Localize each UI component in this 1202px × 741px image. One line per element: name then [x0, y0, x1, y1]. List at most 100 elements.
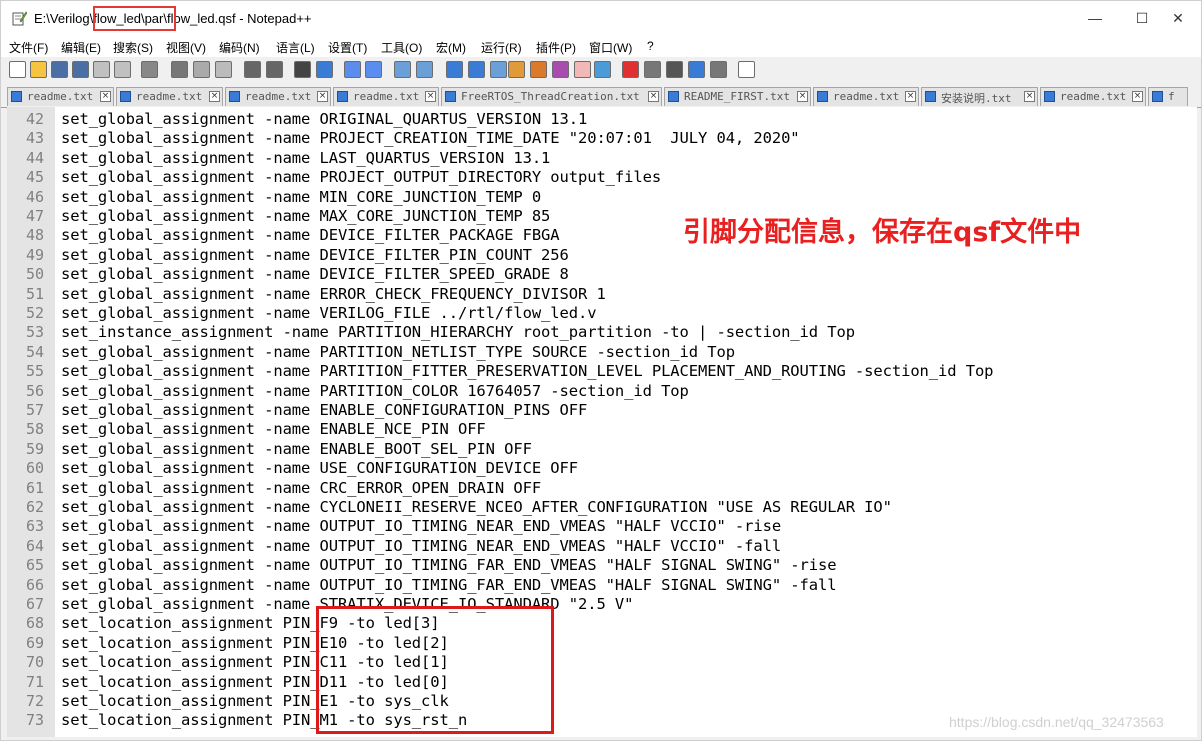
line-number: 55 — [25, 362, 44, 381]
menu-edit[interactable]: 编辑(E) — [61, 39, 101, 56]
tab-close-icon[interactable]: × — [1132, 91, 1143, 102]
line-number: 59 — [25, 439, 44, 458]
sync-h-icon[interactable] — [416, 61, 433, 78]
line-number: 42 — [25, 110, 44, 128]
code-line: 58 set_global_assignment -name ENABLE_NCE… — [7, 420, 1197, 439]
udl-icon[interactable] — [508, 61, 525, 78]
code-text: set_global_assignment -name ENABLE_CONFI… — [61, 401, 588, 419]
line-number: 50 — [25, 265, 44, 284]
line-number: 66 — [25, 575, 44, 594]
menu-language[interactable]: 语言(L) — [276, 39, 315, 56]
code-text: set_global_assignment -name USE_CONFIGUR… — [61, 459, 578, 478]
record-macro-icon[interactable] — [622, 61, 639, 78]
tab-3[interactable]: readme.txt × — [225, 87, 331, 106]
code-text: set_global_assignment -name ENABLE_NCE_P… — [61, 420, 486, 439]
tab-close-icon[interactable]: × — [648, 91, 659, 102]
doc-map-icon[interactable] — [530, 61, 547, 78]
watermark: https://blog.csdn.net/qq_32473563 — [949, 714, 1164, 730]
line-number: 47 — [25, 207, 44, 225]
line-number: 71 — [25, 672, 44, 691]
line-number: 60 — [25, 459, 44, 478]
redo-icon[interactable] — [266, 61, 283, 78]
tab-close-icon[interactable]: × — [797, 91, 808, 102]
zoom-in-icon[interactable] — [344, 61, 361, 78]
close-icon[interactable] — [93, 61, 110, 78]
menu-plugins[interactable]: 插件(P) — [536, 39, 576, 56]
tab-8[interactable]: 安装说明.txt × — [921, 87, 1038, 106]
tab-7[interactable]: readme.txt × — [813, 87, 919, 106]
cut-icon[interactable] — [171, 61, 188, 78]
tab-label: readme.txt — [833, 90, 900, 103]
code-text: set_global_assignment -name PARTITION_NE… — [61, 342, 735, 361]
tab-close-icon[interactable]: × — [905, 91, 916, 102]
minimize-button[interactable]: — — [1072, 1, 1118, 35]
menu-help[interactable]: ? — [647, 39, 654, 53]
all-chars-icon[interactable] — [468, 61, 485, 78]
menu-encoding[interactable]: 编码(N) — [219, 39, 260, 56]
annotation-label: 引脚分配信息，保存在qsf文件中 — [683, 217, 1082, 248]
code-text: set_global_assignment -name LAST_QUARTUS… — [61, 148, 551, 167]
play-macro-icon[interactable] — [666, 61, 683, 78]
save-all-icon[interactable] — [72, 61, 89, 78]
tab-1[interactable]: readme.txt × — [7, 87, 114, 106]
code-line: 61 set_global_assignment -name CRC_ERROR_… — [7, 479, 1197, 498]
menu-macro[interactable]: 宏(M) — [436, 39, 466, 56]
menu-tools[interactable]: 工具(O) — [381, 39, 422, 56]
menu-run[interactable]: 运行(R) — [481, 39, 522, 56]
undo-icon[interactable] — [244, 61, 261, 78]
menu-search[interactable]: 搜索(S) — [113, 39, 153, 56]
tab-close-icon[interactable]: × — [209, 91, 220, 102]
open-file-icon[interactable] — [30, 61, 47, 78]
menu-bar: 文件(F) 编辑(E) 搜索(S) 视图(V) 编码(N) 语言(L) 设置(T… — [1, 35, 1201, 57]
monitor-icon[interactable] — [594, 61, 611, 78]
editor-area[interactable]: 42 set_global_assignment -name ORIGINAL_Q… — [7, 107, 1197, 737]
code-line: 72 set_location_assignment PIN_E1 -to sys… — [7, 692, 1197, 711]
tab-label: readme.txt — [27, 90, 94, 103]
tab-9[interactable]: readme.txt × — [1040, 87, 1146, 106]
toolbar — [1, 57, 1201, 83]
tab-10[interactable]: f — [1148, 87, 1188, 106]
tab-close-icon[interactable]: × — [1024, 91, 1035, 102]
replace-icon[interactable] — [316, 61, 333, 78]
line-number: 64 — [25, 536, 44, 555]
run-macro-icon[interactable] — [688, 61, 705, 78]
tab-label: f — [1168, 90, 1175, 103]
menu-settings[interactable]: 设置(T) — [328, 39, 367, 56]
menu-file[interactable]: 文件(F) — [9, 39, 48, 56]
folder-workspace-icon[interactable] — [574, 61, 591, 78]
menu-window[interactable]: 窗口(W) — [589, 39, 632, 56]
tab-2[interactable]: readme.txt × — [116, 87, 223, 106]
notepadpp-app-icon — [12, 11, 27, 26]
menu-view[interactable]: 视图(V) — [166, 39, 206, 56]
line-number: 46 — [25, 187, 44, 206]
code-line: 59 set_global_assignment -name ENABLE_BOO… — [7, 440, 1197, 459]
sync-v-icon[interactable] — [394, 61, 411, 78]
save-icon[interactable] — [51, 61, 68, 78]
close-all-icon[interactable] — [114, 61, 131, 78]
print-icon[interactable] — [141, 61, 158, 78]
close-window-button[interactable]: ✕ — [1155, 1, 1201, 35]
function-list-icon[interactable] — [552, 61, 569, 78]
wrap-icon[interactable] — [446, 61, 463, 78]
spellcheck-icon[interactable] — [738, 61, 755, 78]
tab-4[interactable]: readme.txt × — [333, 87, 439, 106]
zoom-out-icon[interactable] — [365, 61, 382, 78]
indent-guide-icon[interactable] — [490, 61, 507, 78]
paste-icon[interactable] — [215, 61, 232, 78]
line-number: 67 — [25, 595, 44, 613]
save-macro-icon[interactable] — [710, 61, 727, 78]
new-file-icon[interactable] — [9, 61, 26, 78]
copy-icon[interactable] — [193, 61, 210, 78]
code-text: set_global_assignment -name DEVICE_FILTE… — [61, 226, 560, 245]
file-icon — [1044, 91, 1055, 102]
find-icon[interactable] — [294, 61, 311, 78]
code-text: set_global_assignment -name PROJECT_CREA… — [61, 129, 800, 148]
tab-label: readme.txt — [353, 90, 420, 103]
notepadpp-window: E:\Verilog\flow_led\par\flow_led.qsf - N… — [0, 0, 1202, 741]
tab-close-icon[interactable]: × — [100, 91, 111, 102]
tab-6[interactable]: README_FIRST.txt × — [664, 87, 811, 106]
tab-close-icon[interactable]: × — [317, 91, 328, 102]
stop-macro-icon[interactable] — [644, 61, 661, 78]
tab-close-icon[interactable]: × — [425, 91, 436, 102]
tab-5[interactable]: FreeRTOS_ThreadCreation.txt × — [441, 87, 662, 106]
